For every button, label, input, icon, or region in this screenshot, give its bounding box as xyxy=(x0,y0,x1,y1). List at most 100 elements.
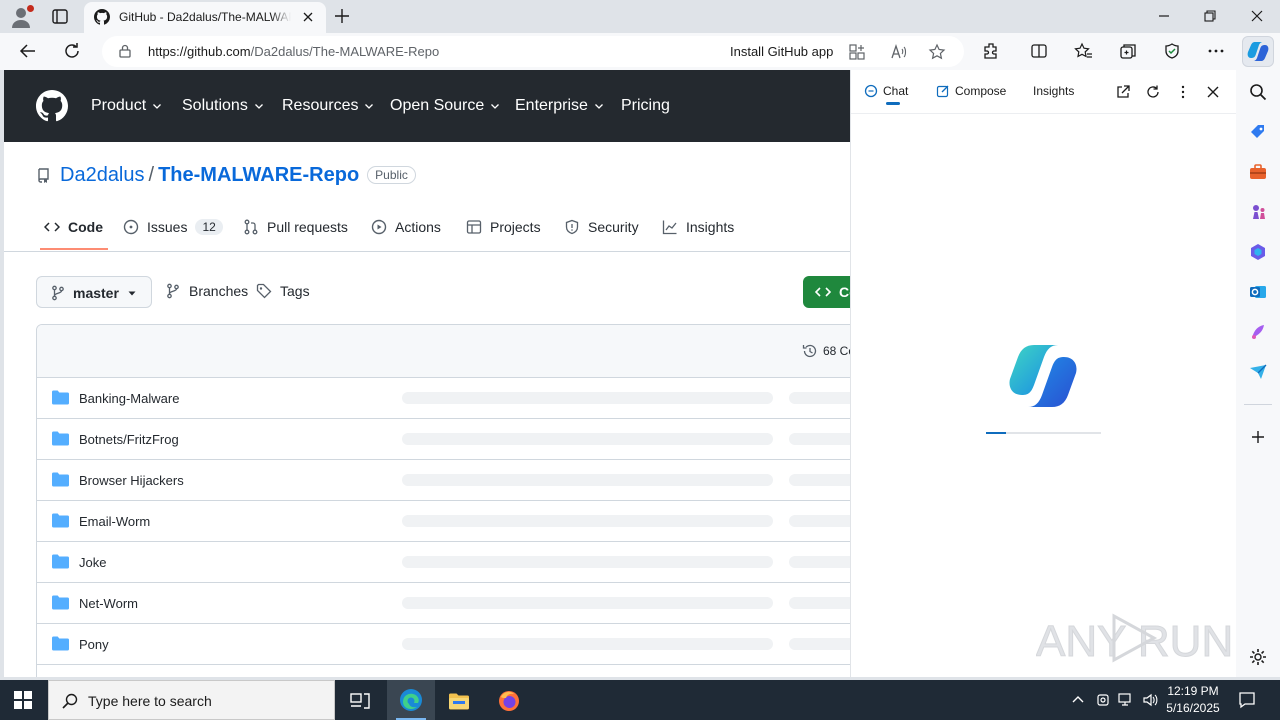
taskbar-search-box[interactable]: Type here to search xyxy=(48,680,335,720)
designer-icon[interactable] xyxy=(1248,322,1268,342)
code-dropdown-button[interactable]: Code xyxy=(803,276,850,308)
volume-icon[interactable] xyxy=(1142,692,1158,708)
loading-placeholder xyxy=(789,556,850,568)
table-icon xyxy=(466,220,482,234)
minimize-icon[interactable] xyxy=(1154,6,1174,26)
firefox-icon[interactable] xyxy=(497,689,521,713)
back-icon[interactable] xyxy=(18,41,38,61)
taskbar-edge-button[interactable] xyxy=(387,680,435,720)
open-in-new-icon[interactable] xyxy=(1115,84,1131,100)
tab-projects[interactable]: Projects xyxy=(466,219,541,235)
file-name-link[interactable]: Pony xyxy=(79,637,109,652)
file-name-link[interactable]: Botnets/FritzFrog xyxy=(79,432,179,447)
nav-enterprise[interactable]: Enterprise xyxy=(515,97,604,115)
file-row[interactable]: Pony xyxy=(37,624,850,665)
new-tab-icon[interactable] xyxy=(332,6,352,26)
outlook-icon[interactable] xyxy=(1248,282,1268,302)
repo-name-link[interactable]: The-MALWARE-Repo xyxy=(158,164,359,187)
install-app-link[interactable]: Install GitHub app xyxy=(730,44,833,59)
close-window-icon[interactable] xyxy=(1247,6,1267,26)
tools-briefcase-icon[interactable] xyxy=(1248,162,1268,182)
file-row[interactable]: Browser Hijackers xyxy=(37,460,850,501)
chat-icon xyxy=(864,84,878,98)
nav-product[interactable]: Product xyxy=(91,97,162,115)
browser-tab-bar: GitHub - Da2dalus/The-MALWARE-Repo xyxy=(0,0,1280,33)
file-row[interactable]: Joke xyxy=(37,542,850,583)
file-row[interactable]: Email-Worm xyxy=(37,501,850,542)
copilot-logo-icon xyxy=(1009,345,1077,407)
tab-insights[interactable]: Insights xyxy=(662,219,734,235)
repo-owner-link[interactable]: Da2dalus xyxy=(60,164,145,187)
github-logo-icon[interactable] xyxy=(36,90,68,122)
nav-open-source[interactable]: Open Source xyxy=(390,97,500,115)
read-aloud-icon[interactable] xyxy=(889,43,907,61)
nav-solutions[interactable]: Solutions xyxy=(182,97,264,115)
folder-icon xyxy=(52,595,69,610)
clock-time: 12:19 PM xyxy=(1167,684,1219,698)
search-icon[interactable] xyxy=(1248,82,1268,102)
tab-actions-button[interactable] xyxy=(48,6,72,28)
chevron-up-icon[interactable] xyxy=(1070,692,1086,708)
split-screen-icon[interactable] xyxy=(1029,41,1049,61)
copilot-tab-insights[interactable]: Insights xyxy=(1033,84,1074,98)
tab-security[interactable]: Security xyxy=(564,219,639,235)
task-view-icon[interactable] xyxy=(348,689,372,713)
refresh-icon[interactable] xyxy=(62,41,82,61)
windows-start-icon[interactable] xyxy=(14,691,32,709)
branches-link[interactable]: Branches xyxy=(165,283,248,299)
close-icon[interactable] xyxy=(1205,84,1221,100)
file-row[interactable]: Banking-Malware xyxy=(37,378,850,419)
lock-icon[interactable] xyxy=(118,44,132,58)
settings-gear-icon[interactable] xyxy=(1248,647,1268,667)
copilot-tab-chat[interactable]: Chat xyxy=(864,84,908,98)
code-icon xyxy=(815,287,831,297)
file-row[interactable]: Net-Worm xyxy=(37,583,850,624)
file-explorer-icon[interactable] xyxy=(447,689,471,713)
file-row[interactable]: Botnets/FritzFrog xyxy=(37,419,850,460)
favorites-icon[interactable] xyxy=(1073,41,1093,61)
copilot-button[interactable] xyxy=(1242,36,1274,67)
file-name-link[interactable]: Browser Hijackers xyxy=(79,473,184,488)
compose-icon xyxy=(936,85,949,98)
file-name-link[interactable]: Joke xyxy=(79,555,106,570)
loading-placeholder xyxy=(402,638,773,650)
file-name-link[interactable]: Net-Worm xyxy=(79,596,138,611)
active-tab[interactable]: GitHub - Da2dalus/The-MALWARE-Repo xyxy=(84,2,326,33)
tab-actions[interactable]: Actions xyxy=(371,219,441,235)
url-text[interactable]: https://github.com/Da2dalus/The-MALWARE-… xyxy=(148,44,439,59)
device-icon[interactable] xyxy=(1095,692,1111,708)
file-name-link[interactable]: Banking-Malware xyxy=(79,391,179,406)
more-vertical-icon[interactable] xyxy=(1175,84,1191,100)
commits-link[interactable]: 68 Commits xyxy=(802,343,850,359)
chevron-down-icon xyxy=(254,104,263,109)
branch-selector-button[interactable]: master xyxy=(36,276,152,308)
add-icon[interactable] xyxy=(1248,427,1268,447)
send-drop-icon[interactable] xyxy=(1248,362,1268,382)
games-chess-icon[interactable] xyxy=(1248,202,1268,222)
shopping-tag-icon[interactable] xyxy=(1248,122,1268,142)
extensions-icon[interactable] xyxy=(981,41,1001,61)
collections-icon[interactable] xyxy=(1118,41,1138,61)
close-tab-icon[interactable] xyxy=(300,9,316,25)
address-bar[interactable]: https://github.com/Da2dalus/The-MALWARE-… xyxy=(102,36,964,67)
app-install-icon[interactable] xyxy=(848,43,866,61)
taskbar-clock[interactable]: 12:19 PM 5/16/2025 xyxy=(1163,683,1223,717)
browser-essentials-icon[interactable] xyxy=(1162,41,1182,61)
network-icon[interactable] xyxy=(1118,692,1134,708)
nav-resources[interactable]: Resources xyxy=(282,97,374,115)
tab-pull-requests[interactable]: Pull requests xyxy=(243,219,348,235)
tab-issues[interactable]: Issues 12 xyxy=(123,219,223,235)
microsoft-365-icon[interactable] xyxy=(1248,242,1268,262)
tags-link[interactable]: Tags xyxy=(256,283,310,299)
profile-button[interactable] xyxy=(8,4,36,30)
branch-label: master xyxy=(73,285,119,301)
tab-code[interactable]: Code xyxy=(44,219,103,235)
notification-center-icon[interactable] xyxy=(1238,691,1256,709)
more-options-icon[interactable] xyxy=(1206,41,1226,61)
nav-pricing[interactable]: Pricing xyxy=(621,97,670,115)
file-name-link[interactable]: Email-Worm xyxy=(79,514,150,529)
restore-icon[interactable] xyxy=(1200,6,1220,26)
refresh-icon[interactable] xyxy=(1145,84,1161,100)
copilot-tab-compose[interactable]: Compose xyxy=(936,84,1006,98)
favorite-star-icon[interactable] xyxy=(928,43,946,61)
